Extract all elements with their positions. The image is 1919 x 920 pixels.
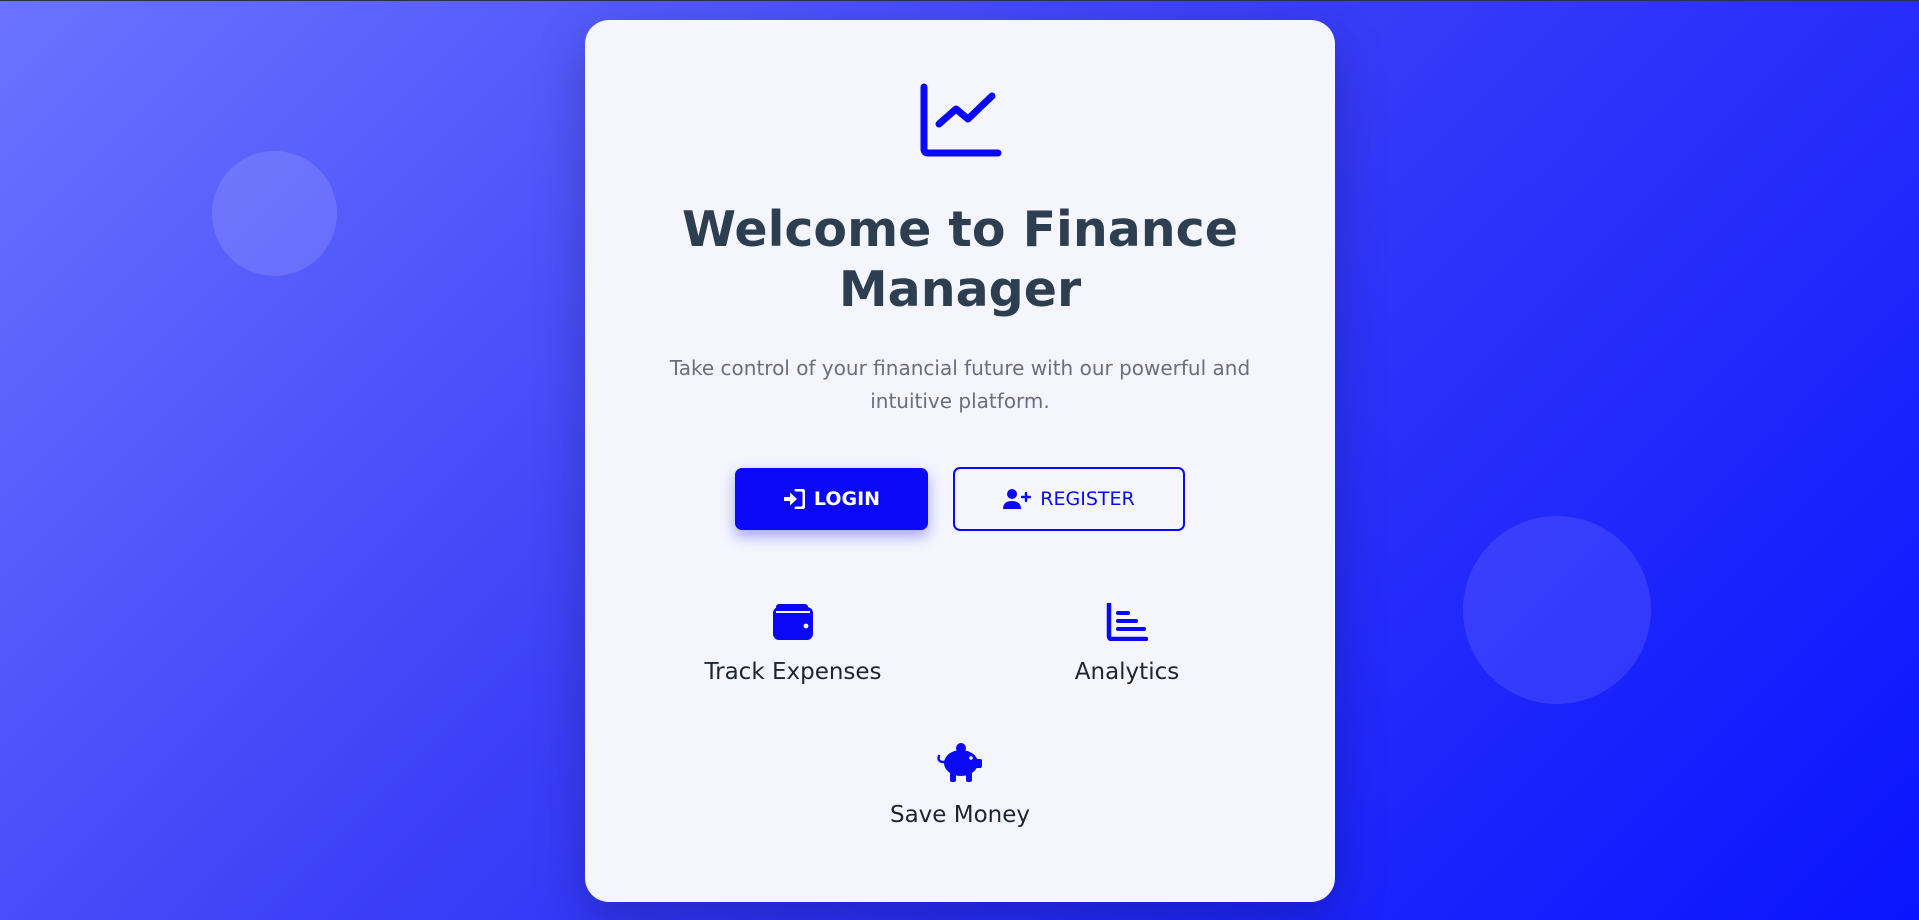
subtitle-line-2: intuitive platform. <box>870 389 1050 413</box>
piggy-bank-icon <box>937 743 982 782</box>
decorative-circle-right <box>1463 516 1651 704</box>
login-button[interactable]: LOGIN <box>735 468 928 530</box>
register-button[interactable]: REGISTER <box>953 467 1185 531</box>
subtitle-line-1: Take control of your financial future wi… <box>669 356 1251 380</box>
feature-label: Analytics <box>1074 659 1180 685</box>
register-button-label: REGISTER <box>1040 488 1135 510</box>
user-plus-icon <box>1003 489 1032 509</box>
feature-label: Save Money <box>889 802 1031 828</box>
sign-in-icon <box>783 489 805 509</box>
chart-line-icon <box>920 83 1002 157</box>
page-title-line-1: Welcome to Finance <box>682 201 1238 258</box>
feature-save-money: Save Money <box>830 742 1090 828</box>
decorative-circle-left <box>212 151 337 276</box>
page-title: Welcome to Finance Manager <box>585 200 1335 320</box>
wallet-icon <box>773 604 813 640</box>
page-title-line-2: Manager <box>838 261 1082 318</box>
feature-track-expenses: Track Expenses <box>663 603 923 685</box>
top-border <box>0 0 1919 1</box>
login-button-label: LOGIN <box>813 488 881 510</box>
feature-label: Track Expenses <box>704 659 882 685</box>
page-subtitle: Take control of your financial future wi… <box>660 352 1260 418</box>
feature-analytics: Analytics <box>997 603 1257 685</box>
bar-chart-icon <box>1106 603 1148 641</box>
